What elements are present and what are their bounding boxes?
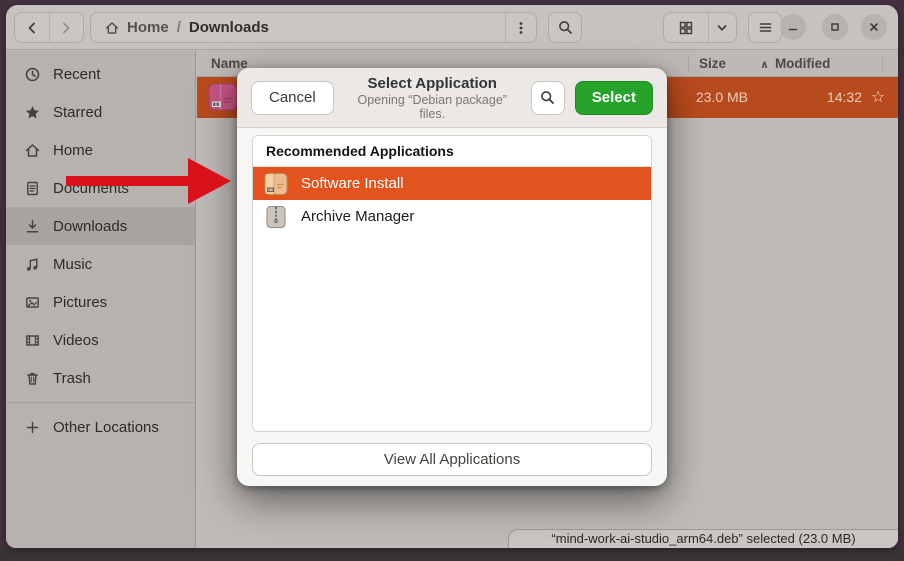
sidebar-item-downloads[interactable]: Downloads — [6, 207, 195, 245]
sidebar-item-label: Recent — [53, 66, 101, 83]
sidebar-item-videos[interactable]: Videos — [6, 321, 195, 359]
column-divider — [688, 55, 689, 72]
desktop-background: Home / Downloads — [0, 0, 904, 561]
picture-icon — [24, 294, 41, 311]
sidebar: Recent Starred Home Documents Downloads … — [6, 51, 196, 548]
search-icon — [539, 89, 556, 106]
path-menu-button[interactable] — [505, 13, 536, 42]
dialog-titles: Select Application Opening “Debian packa… — [344, 75, 521, 121]
back-button[interactable] — [15, 13, 49, 42]
sidebar-item-starred[interactable]: Starred — [6, 93, 195, 131]
document-icon — [24, 180, 41, 197]
recommended-applications-header: Recommended Applications — [253, 136, 651, 167]
forward-icon — [58, 20, 74, 36]
deb-package-icon — [206, 80, 240, 114]
home-icon — [24, 142, 41, 159]
film-icon — [24, 332, 41, 349]
view-toggle-split-button — [663, 12, 737, 43]
home-icon — [104, 20, 120, 36]
sidebar-item-label: Trash — [53, 370, 91, 387]
application-list: Recommended Applications Software Instal… — [252, 135, 652, 432]
sidebar-item-recent[interactable]: Recent — [6, 55, 195, 93]
grid-view-button[interactable] — [664, 13, 708, 42]
search-icon — [557, 19, 574, 36]
app-name: Archive Manager — [301, 208, 414, 225]
column-header-modified[interactable]: ∧Modified — [760, 51, 830, 78]
file-modified-time: 14:32 — [757, 77, 862, 118]
sidebar-item-label: Music — [53, 256, 92, 273]
view-all-applications-button[interactable]: View All Applications — [252, 443, 652, 476]
dialog-title: Select Application — [344, 75, 521, 92]
sidebar-item-label: Other Locations — [53, 419, 159, 436]
music-note-icon — [24, 256, 41, 273]
dialog-search-button[interactable] — [531, 81, 565, 115]
sidebar-item-pictures[interactable]: Pictures — [6, 283, 195, 321]
select-application-dialog: Cancel Select Application Opening “Debia… — [237, 68, 667, 486]
sidebar-item-label: Videos — [53, 332, 99, 349]
column-header-size[interactable]: Size — [699, 51, 726, 76]
maximize-button[interactable] — [822, 14, 848, 40]
chevron-down-icon — [715, 21, 729, 35]
dialog-header: Cancel Select Application Opening “Debia… — [237, 68, 667, 128]
breadcrumb-home[interactable]: Home — [91, 19, 169, 36]
star-icon — [24, 104, 41, 121]
search-button[interactable] — [548, 12, 582, 43]
software-install-package-icon — [263, 171, 289, 197]
cancel-button[interactable]: Cancel — [251, 81, 334, 115]
app-row-archive-manager[interactable]: Archive Manager — [253, 200, 651, 233]
clock-icon — [24, 66, 41, 83]
minimize-icon — [787, 21, 799, 33]
trash-icon — [24, 370, 41, 387]
view-options-button[interactable] — [708, 13, 736, 42]
sidebar-item-label: Starred — [53, 104, 102, 121]
minimize-button[interactable] — [780, 14, 806, 40]
breadcrumb-separator: / — [169, 19, 189, 36]
back-icon — [24, 20, 40, 36]
plus-icon — [24, 419, 41, 436]
hamburger-menu-icon — [757, 19, 774, 36]
sidebar-item-other-locations[interactable]: Other Locations — [6, 408, 195, 446]
nav-button-group — [14, 12, 84, 43]
titlebar: Home / Downloads — [6, 5, 898, 50]
sidebar-item-trash[interactable]: Trash — [6, 359, 195, 397]
app-row-software-install[interactable]: Software Install — [253, 167, 651, 200]
close-button[interactable] — [861, 14, 887, 40]
sidebar-separator — [6, 402, 195, 403]
breadcrumb[interactable]: Home / Downloads — [90, 12, 537, 43]
breadcrumb-current[interactable]: Downloads — [189, 19, 269, 36]
zip-archive-icon — [263, 204, 289, 230]
grid-view-icon — [678, 20, 694, 36]
status-text: “mind-work-ai-studio_arm64.deb” selected… — [551, 531, 855, 546]
column-divider — [882, 55, 883, 72]
kebab-menu-icon — [513, 20, 529, 36]
close-icon — [868, 21, 880, 33]
breadcrumb-home-label: Home — [127, 19, 169, 36]
download-icon — [24, 218, 41, 235]
forward-button[interactable] — [49, 13, 83, 42]
status-bar: “mind-work-ai-studio_arm64.deb” selected… — [508, 529, 898, 548]
maximize-icon — [829, 21, 841, 33]
sidebar-item-label: Downloads — [53, 218, 127, 235]
red-arrow-annotation — [60, 152, 238, 212]
dialog-subtitle: Opening “Debian package” files. — [344, 93, 521, 121]
star-toggle-icon[interactable]: ☆ — [863, 77, 893, 118]
sidebar-item-label: Pictures — [53, 294, 107, 311]
select-button[interactable]: Select — [575, 81, 653, 115]
main-menu-button[interactable] — [748, 12, 782, 43]
sort-ascending-icon: ∧ — [760, 59, 769, 71]
app-name: Software Install — [301, 175, 404, 192]
sidebar-item-music[interactable]: Music — [6, 245, 195, 283]
desktop-bottom-strip — [0, 548, 904, 561]
